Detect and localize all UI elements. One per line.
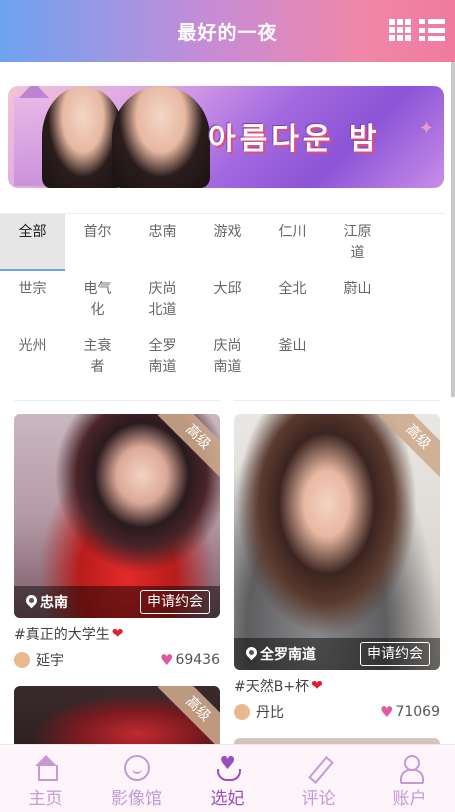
- region-tab[interactable]: 庆尚北道: [130, 271, 195, 328]
- region-tab[interactable]: 釜山: [260, 328, 325, 385]
- username: 延宇: [36, 653, 64, 669]
- location-pin-icon: [26, 595, 37, 609]
- banner-text: 아름다운 밤: [208, 122, 381, 157]
- location-text: 忠南: [40, 595, 68, 611]
- profile-grid: 高级 忠南 申请约会 #真正的大学生 ❤ 延宇 ♥ 69436 高级 全罗南道 …: [14, 400, 440, 768]
- region-tab[interactable]: 世宗: [0, 271, 65, 328]
- region-tab[interactable]: 大邱: [195, 271, 260, 328]
- profile-card[interactable]: 高级 忠南 申请约会 #真正的大学生 ❤ 延宇 ♥ 69436: [14, 414, 220, 670]
- nav-label: 选妃: [210, 789, 245, 809]
- banner-model-image: [112, 86, 210, 188]
- nav-label: 影像馆: [111, 789, 162, 809]
- likes-number: 71069: [395, 704, 440, 720]
- tag-text: #天然B+杯: [234, 679, 310, 695]
- region-tab[interactable]: 庆尚南道: [195, 328, 260, 385]
- nav-label: 主页: [28, 789, 63, 809]
- bottom-navigation: 主页 影像馆 选妃 评论 账户: [0, 744, 455, 812]
- like-heart-icon: ♥: [160, 651, 174, 669]
- view-toggle: [389, 19, 445, 41]
- location-text: 全罗南道: [260, 647, 316, 663]
- user-info: 丹比: [234, 702, 284, 722]
- apply-date-button[interactable]: 申请约会: [140, 590, 210, 614]
- location-label: 全罗南道: [246, 644, 316, 664]
- profile-photo[interactable]: 高级 忠南 申请约会: [14, 414, 220, 618]
- location-label: 忠南: [26, 592, 68, 612]
- nav-account[interactable]: 账户: [375, 755, 445, 809]
- nav-reviews[interactable]: 评论: [284, 755, 354, 809]
- like-count[interactable]: ♥ 69436: [160, 651, 220, 669]
- region-tab[interactable]: 首尔: [65, 214, 130, 271]
- nav-label: 账户: [392, 789, 427, 809]
- like-heart-icon: ♥: [380, 703, 394, 721]
- home-icon: [33, 755, 59, 781]
- smile-icon: [123, 755, 150, 781]
- card-tag: #真正的大学生 ❤: [14, 624, 220, 644]
- region-tab[interactable]: 全部: [0, 214, 65, 271]
- location-pin-icon: [246, 647, 257, 661]
- region-tab[interactable]: 主衰者: [65, 328, 130, 385]
- heart-hand-icon: [215, 753, 241, 781]
- card-tag: #天然B+杯 ❤: [234, 676, 440, 696]
- region-tab[interactable]: 全罗南道: [130, 328, 195, 385]
- scrollbar[interactable]: [451, 62, 455, 397]
- user-icon: [397, 755, 424, 784]
- region-filter: 全部 首尔 忠南 游戏 仁川 江原道 世宗 电气化 庆尚北道 大邱 全北 蔚山 …: [0, 213, 445, 385]
- promo-banner[interactable]: 아름다운 밤 ✦: [8, 86, 444, 188]
- likes-number: 69436: [175, 652, 220, 668]
- apply-date-button[interactable]: 申请约会: [360, 642, 430, 666]
- page-title: 最好的一夜: [177, 21, 278, 44]
- profile-photo[interactable]: 高级 全罗南道 申请约会: [234, 414, 440, 670]
- region-tab[interactable]: 忠南: [130, 214, 195, 271]
- nav-select[interactable]: 选妃: [193, 753, 263, 809]
- avatar: [234, 704, 250, 720]
- app-header: 最好的一夜: [0, 0, 455, 62]
- region-tab[interactable]: 仁川: [260, 214, 325, 271]
- heart-icon: ❤: [111, 626, 124, 642]
- like-count[interactable]: ♥ 71069: [380, 703, 440, 721]
- tag-text: #真正的大学生: [14, 627, 110, 643]
- nav-label: 评论: [301, 789, 336, 809]
- avatar: [14, 652, 30, 668]
- nav-gallery[interactable]: 影像馆: [102, 755, 172, 809]
- username: 丹比: [256, 705, 284, 721]
- pencil-icon: [306, 755, 332, 781]
- region-tab[interactable]: 全北: [260, 271, 325, 328]
- region-tab[interactable]: 游戏: [195, 214, 260, 271]
- nav-home[interactable]: 主页: [11, 755, 81, 809]
- heart-icon: ❤: [311, 678, 323, 694]
- region-tab[interactable]: 光州: [0, 328, 65, 385]
- profile-card[interactable]: 高级 全罗南道 申请约会 #天然B+杯 ❤ 丹比 ♥ 71069: [234, 414, 440, 722]
- grid-view-icon[interactable]: [389, 19, 411, 41]
- sparkle-icon: ✦: [418, 118, 434, 139]
- list-view-icon[interactable]: [419, 19, 445, 41]
- region-tab[interactable]: 江原道: [325, 214, 390, 271]
- region-tab[interactable]: 蔚山: [325, 271, 390, 328]
- user-info: 延宇: [14, 650, 64, 670]
- region-tab[interactable]: 电气化: [65, 271, 130, 328]
